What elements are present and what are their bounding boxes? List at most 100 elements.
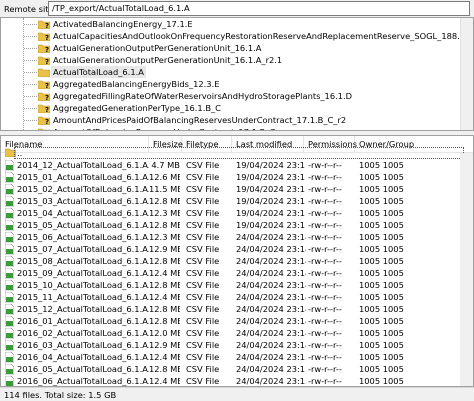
tree-item[interactable]: ? ActivatedBalancingEnergy_17.1.E (1, 18, 461, 30)
file-type: CSV File (186, 352, 220, 362)
file-owner-group: 1005 1005 (359, 328, 404, 338)
tree-connector (24, 108, 37, 109)
tree-item[interactable]: ActualTotalLoad_6.1.A (1, 66, 461, 78)
file-row[interactable]: 2015_09_ActualTotalLoad_6.1.A.csv12.4 MB… (1, 267, 473, 279)
file-permissions: -rw-r--r-- (308, 364, 342, 374)
file-name: 2015_09_ActualTotalLoad_6.1.A.csv (17, 268, 149, 278)
file-name: 2015_04_ActualTotalLoad_6.1.A.csv (17, 208, 149, 218)
file-permissions: -rw-r--r-- (308, 280, 342, 290)
file-name: 2016_05_ActualTotalLoad_6.1.A.csv (17, 364, 149, 374)
file-permissions: -rw-r--r-- (308, 292, 342, 302)
file-owner-group: 1005 1005 (359, 160, 404, 170)
file-row[interactable]: 2015_11_ActualTotalLoad_6.1.A.csv12.4 MB… (1, 291, 473, 303)
file-name: 2015_02_ActualTotalLoad_6.1.A.csv (17, 184, 149, 194)
file-last-modified: 24/04/2024 23:14:56 (236, 328, 306, 338)
file-owner-group: 1005 1005 (359, 232, 404, 242)
file-row[interactable]: 2016_03_ActualTotalLoad_6.1.A.csv12.9 MB… (1, 339, 473, 351)
file-owner-group: 1005 1005 (359, 364, 404, 374)
tree-item[interactable]: ? ActualGenerationOutputPerGenerationUnit… (1, 54, 461, 66)
file-row[interactable]: 2015_07_ActualTotalLoad_6.1.A.csv12.9 MB… (1, 243, 473, 255)
file-row[interactable]: 2016_02_ActualTotalLoad_6.1.A.csv12.0 MB… (1, 327, 473, 339)
file-row[interactable]: 2015_01_ActualTotalLoad_6.1.A.csv12.6 MB… (1, 171, 473, 183)
file-row[interactable]: 2015_05_ActualTotalLoad_6.1.A.csv12.8 MB… (1, 219, 473, 231)
file-last-modified: 24/04/2024 23:14:31 (236, 232, 306, 242)
file-name: 2015_01_ActualTotalLoad_6.1.A.csv (17, 172, 149, 182)
file-row[interactable]: 2015_08_ActualTotalLoad_6.1.A.csv12.8 MB… (1, 255, 473, 267)
file-type: CSV File (186, 340, 220, 350)
file-row[interactable]: 2014_12_ActualTotalLoad_6.1.A.csv4.7 MB C… (1, 159, 473, 171)
file-name: 2015_08_ActualTotalLoad_6.1.A.csv (17, 256, 149, 266)
file-row[interactable]: 2016_01_ActualTotalLoad_6.1.A.csv12.8 MB… (1, 315, 473, 327)
tree-item[interactable]: ? AggregatedBalancingEnergyBids_12.3.E (1, 78, 461, 90)
csv-file-icon (5, 304, 14, 315)
tree-item-label: AggregatedGenerationPerType_16.1.B_C (53, 103, 221, 113)
remote-directory-tree[interactable]: ? ActivatedBalancingEnergy_17.1.E? ActualC… (0, 17, 474, 131)
remote-file-list[interactable]: Filename Filesize Filetype Last modified… (0, 135, 474, 387)
file-name: 2015_03_ActualTotalLoad_6.1.A.csv (17, 196, 149, 206)
tree-item-label: AggregatedFillingRateOfWaterReservoirsAn… (53, 91, 353, 101)
tree-item[interactable]: ? AggregatedFillingRateOfWaterReservoirsA… (1, 90, 461, 102)
file-last-modified: 24/04/2024 23:14:38 (236, 256, 306, 266)
file-owner-group: 1005 1005 (359, 244, 404, 254)
file-row[interactable]: 2015_03_ActualTotalLoad_6.1.A.csv12.8 MB… (1, 195, 473, 207)
tree-item[interactable]: ? AmountAndPricesPaidOfBalancingReservesU… (1, 114, 461, 126)
file-permissions: -rw-r--r-- (308, 184, 342, 194)
file-permissions: -rw-r--r-- (308, 220, 342, 230)
file-row[interactable]: 2015_02_ActualTotalLoad_6.1.A.csv11.5 MB… (1, 183, 473, 195)
file-owner-group: 1005 1005 (359, 220, 404, 230)
tree-item[interactable]: ? ActualCapacitiesAndOutlookOnFrequencyRe… (1, 30, 473, 42)
file-permissions: -rw-r--r-- (308, 196, 342, 206)
tree-item-label: ActualTotalLoad_6.1.A (51, 66, 146, 78)
file-owner-group: 1005 1005 (359, 268, 404, 278)
file-owner-group: 1005 1005 (359, 352, 404, 362)
csv-file-icon (5, 256, 14, 267)
file-type: CSV File (186, 292, 220, 302)
file-size: 12.8 MB (149, 196, 180, 206)
file-permissions: -rw-r--r-- (308, 352, 342, 362)
file-permissions: -rw-r--r-- (308, 268, 342, 278)
file-row[interactable]: 2015_06_ActualTotalLoad_6.1.A.csv12.3 MB… (1, 231, 473, 243)
file-size: 12.8 MB (149, 316, 180, 326)
tree-scrollbar[interactable] (460, 18, 473, 130)
file-size: 12.8 MB (149, 304, 180, 314)
file-size: 12.0 MB (149, 328, 180, 338)
csv-file-icon (5, 316, 14, 327)
remote-site-path-input[interactable]: /TP_export/ActualTotalLoad_6.1.A (48, 1, 470, 16)
file-owner-group: 1005 1005 (359, 292, 404, 302)
file-type: CSV File (186, 280, 220, 290)
svg-text:?: ? (45, 94, 49, 101)
csv-file-icon (5, 376, 14, 386)
file-row[interactable]: 2015_10_ActualTotalLoad_6.1.A.csv12.8 MB… (1, 279, 473, 291)
file-list-scrollbar[interactable] (460, 153, 473, 386)
csv-file-icon (5, 352, 14, 363)
file-row[interactable]: 2016_05_ActualTotalLoad_6.1.A.csv12.8 MB… (1, 363, 473, 375)
file-last-modified: 19/04/2024 23:11:59 (236, 220, 306, 230)
file-last-modified: 19/04/2024 23:11:56 (236, 208, 306, 218)
file-row[interactable]: 2015_04_ActualTotalLoad_6.1.A.csv12.3 MB… (1, 207, 473, 219)
file-last-modified: 24/04/2024 23:15:05 (236, 364, 306, 374)
file-last-modified: 19/04/2024 23:11:43 (236, 160, 306, 170)
file-name: 2016_06_ActualTotalLoad_6.1.A.csv (17, 376, 149, 386)
file-owner-group: 1005 1005 (359, 304, 404, 314)
csv-file-icon (5, 340, 14, 351)
svg-text:?: ? (45, 82, 49, 89)
csv-file-icon (5, 196, 14, 207)
file-owner-group: 1005 1005 (359, 172, 404, 182)
file-size: 11.5 MB (149, 184, 180, 194)
unknown-folder-icon: ? (38, 32, 50, 41)
unknown-folder-icon: ? (38, 80, 50, 89)
file-row[interactable]: 2016_04_ActualTotalLoad_6.1.A.csv12.4 MB… (1, 351, 473, 363)
file-owner-group: 1005 1005 (359, 340, 404, 350)
status-bar: 114 files. Total size: 1.5 GB (0, 387, 474, 401)
tree-item[interactable]: ? ActualGenerationOutputPerGenerationUnit… (1, 42, 461, 54)
file-size: 12.4 MB (149, 292, 180, 302)
file-row[interactable]: 2015_12_ActualTotalLoad_6.1.A.csv12.8 MB… (1, 303, 473, 315)
file-owner-group: 1005 1005 (359, 196, 404, 206)
file-row[interactable]: 2016_06_ActualTotalLoad_6.1.A.csv12.4 MB… (1, 375, 473, 386)
tree-item[interactable]: ? AggregatedGenerationPerType_16.1.B_C (1, 102, 461, 114)
svg-text:?: ? (45, 46, 49, 53)
file-type: CSV File (186, 220, 220, 230)
file-permissions: -rw-r--r-- (308, 316, 342, 326)
parent-directory-row[interactable]: .. (1, 147, 473, 159)
file-last-modified: 24/04/2024 23:14:44 (236, 280, 306, 290)
